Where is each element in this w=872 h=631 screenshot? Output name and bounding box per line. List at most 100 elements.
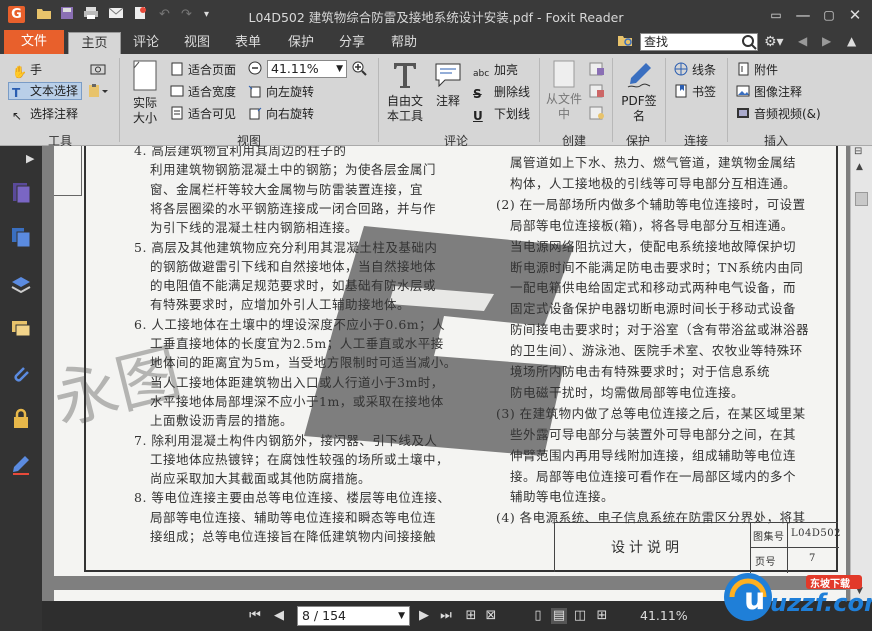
fit-width-button[interactable]: 适合宽度 [170, 84, 236, 100]
single-page-view-icon[interactable]: ▯ [530, 608, 546, 624]
tab-share[interactable]: 分享 [339, 33, 365, 54]
create-scan-icon[interactable] [589, 106, 605, 124]
window-title: L04D502 建筑物综合防雷及接地系统设计安装.pdf - Foxit Rea… [248, 10, 624, 25]
first-page-icon[interactable]: ⏮ [247, 608, 263, 624]
clipboard-icon[interactable] [88, 84, 108, 102]
actual-size-button[interactable]: 实际大小 [128, 60, 162, 126]
text-line: 为引下线的混凝土柱内钢筋相连接。 [150, 220, 359, 236]
tab-view[interactable]: 视图 [184, 33, 210, 54]
pages-panel-icon[interactable] [10, 182, 32, 204]
expand-panel-icon[interactable]: ▶ [26, 152, 36, 174]
snapshot-icon[interactable] [90, 62, 106, 79]
comments-panel-icon[interactable] [10, 318, 32, 340]
text-line: 工垂直接地体的长度宜为2.5m；人工垂直或水平接 [150, 336, 444, 351]
tab-comment[interactable]: 评论 [133, 33, 159, 54]
zoom-select[interactable]: 41.11% ▼ [267, 60, 347, 78]
divider [665, 58, 666, 142]
free-text-button[interactable]: 自由文本工具 [384, 60, 426, 124]
rotate-right-icon [248, 106, 263, 120]
restore-ribbon-icon[interactable]: ▭ [763, 4, 789, 26]
arrow-cursor-icon: ↖ [12, 109, 23, 123]
zoom-in-icon[interactable] [351, 60, 367, 80]
pdf-file-icon [553, 60, 575, 88]
history-forward-icon[interactable]: ⊠ [483, 608, 499, 624]
attachment-button[interactable]: 附件 [736, 62, 778, 78]
scroll-split-icon[interactable]: ⊟ [854, 146, 862, 157]
gear-icon[interactable]: ⚙▾ [764, 34, 784, 50]
text-line: 利用建筑物钢筋混凝土中的钢筋；为使各层金属门 [150, 162, 437, 178]
audio-video-button[interactable]: 音频视频(&) [736, 106, 821, 122]
create-blank-icon[interactable] [589, 62, 605, 80]
select-text-tool[interactable]: T 文本选择 [8, 82, 83, 100]
maximize-icon[interactable]: ▢ [816, 4, 842, 26]
pdf-page: 永图 4. 高层建筑物宜利用其周边的柱子的 利用建筑物钢筋混凝土中的钢筋；为使各层… [54, 146, 846, 576]
scroll-thumb[interactable] [855, 192, 868, 206]
text-line: 工接地体应热镀锌；在腐蚀性较强的场所或土壤中， [150, 451, 450, 467]
divider [378, 58, 379, 142]
fit-visible-icon [170, 106, 185, 120]
bookmark-button[interactable]: 书签 [674, 84, 716, 100]
image-annot-button[interactable]: 图像注释 [736, 84, 802, 100]
tab-home[interactable]: 主页 [68, 32, 121, 54]
page-number-input[interactable]: 8 / 154 ▼ [297, 606, 410, 626]
collapse-ribbon-icon[interactable]: ▲ [847, 34, 856, 48]
vertical-scrollbar[interactable]: ⊟ ▲ ▼ [850, 146, 872, 601]
menu-file[interactable]: 文件 [4, 30, 64, 54]
underline-icon: U [473, 109, 483, 123]
chevron-down-icon: ▼ [336, 64, 343, 74]
text-line: 7. 除利用混凝土构件内钢筋外，接闪器、引下线及人 [134, 432, 438, 448]
strikeout-icon: S [473, 87, 482, 101]
close-icon[interactable]: ✕ [842, 4, 868, 26]
last-page-icon[interactable]: ⏭ [438, 608, 454, 624]
text-line: 的钢筋做避雷引下线和自然接地体，当自然接地体 [150, 258, 437, 274]
facing-view-icon[interactable]: ◫ [572, 608, 588, 624]
pen-sign-icon [627, 63, 651, 88]
from-file-button[interactable]: 从文件中 [546, 60, 582, 122]
scroll-up-icon[interactable]: ▲ [856, 162, 863, 172]
continuous-view-icon[interactable]: ▤ [551, 608, 567, 624]
security-lock-icon[interactable] [10, 408, 32, 430]
text-line: 伸臂范围内再用导线附加连接，组成辅助等电位连 [510, 447, 797, 463]
continuous-facing-view-icon[interactable]: ⊞ [594, 608, 610, 624]
status-bar: ⏮ ◀ 8 / 154 ▼ ▶ ⏭ ⊞ ⊠ ▯ ▤ ◫ ⊞ 41.11% u 东坡… [42, 573, 872, 631]
select-annot-tool[interactable]: ↖ 选择注释 [12, 106, 78, 123]
text-t-icon [394, 63, 416, 88]
pdf-sign-button[interactable]: PDF签名 [618, 60, 660, 124]
hand-tool[interactable]: ✋ 手 [12, 62, 42, 79]
nav-back-icon[interactable]: ◀ [798, 34, 807, 48]
highlight-button[interactable]: abc 加亮 [473, 62, 518, 80]
next-page-icon[interactable]: ▶ [416, 608, 432, 624]
atlas-no-label: 图集号 [753, 532, 785, 543]
text-line: 防间接电击要求时；对于浴室（含有带浴盆或淋浴器 [510, 322, 810, 338]
fit-visible-button[interactable]: 适合可见 [170, 106, 236, 122]
link-button[interactable]: 线条 [674, 62, 716, 78]
signature-panel-icon[interactable] [10, 454, 32, 476]
rotate-right-button[interactable]: 向右旋转 [248, 106, 314, 122]
tab-form[interactable]: 表单 [235, 33, 261, 54]
strikeout-button[interactable]: S 删除线 [473, 84, 530, 101]
zoom-out-icon[interactable] [247, 60, 263, 80]
thumbnails-icon[interactable] [10, 226, 32, 248]
text-line: 构体，人工接地极的引线等可导电部分互相连通。 [510, 175, 797, 191]
prev-page-icon[interactable]: ◀ [271, 608, 287, 624]
search-icon[interactable] [741, 34, 757, 50]
layers-icon[interactable] [10, 274, 32, 296]
text-line: 将各层圈梁的水平钢筋连接成一闭合回路，并与作 [150, 200, 437, 216]
fit-page-button[interactable]: 适合页面 [170, 62, 236, 78]
document-viewport[interactable]: 永图 4. 高层建筑物宜利用其周边的柱子的 利用建筑物钢筋混凝土中的钢筋；为使各层… [42, 146, 850, 601]
text-line: 尚应采取加大其截面或其他防腐措施。 [150, 471, 372, 487]
tab-protect[interactable]: 保护 [288, 33, 314, 54]
rotate-left-button[interactable]: 向左旋转 [248, 84, 314, 100]
note-button[interactable]: 注释 [432, 60, 464, 109]
tab-help[interactable]: 帮助 [391, 33, 417, 54]
text-line: 5. 高层及其他建筑物应充分利用其混凝土柱及基础内 [134, 239, 438, 255]
divider [612, 58, 613, 142]
minimize-icon[interactable]: — [790, 4, 816, 26]
highlight-abc-icon: abc [473, 69, 490, 79]
attachments-panel-icon[interactable] [10, 364, 32, 386]
nav-forward-icon[interactable]: ▶ [822, 34, 831, 48]
underline-button[interactable]: U 下划线 [473, 106, 530, 123]
folder-search-icon[interactable] [617, 32, 633, 53]
create-clipboard-icon[interactable] [589, 84, 605, 102]
history-back-icon[interactable]: ⊞ [463, 608, 479, 624]
